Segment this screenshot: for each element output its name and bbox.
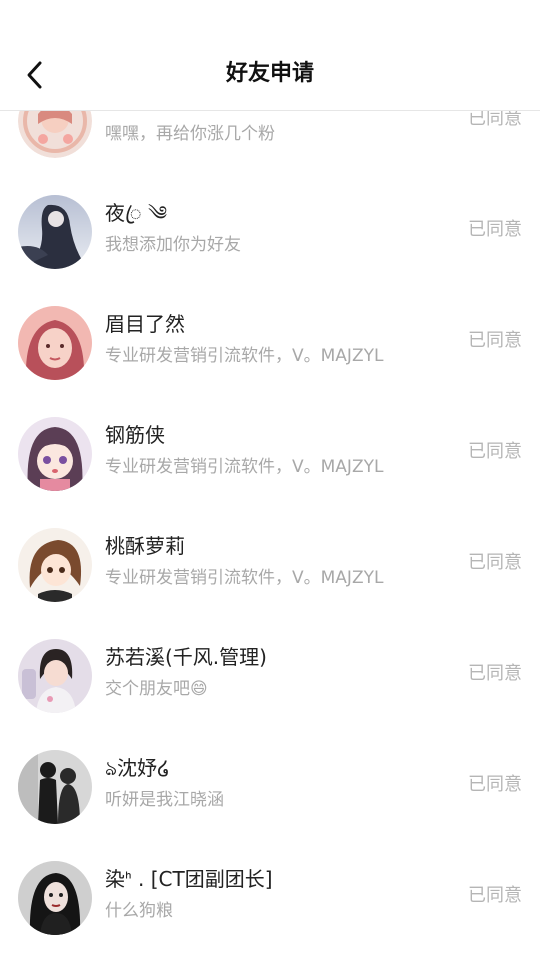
top-navigation-bar: 好友申请 (0, 0, 540, 111)
avatar[interactable] (18, 639, 92, 713)
request-name: ঌ沈妤໒ (105, 756, 170, 780)
status-label: 已同意 (468, 441, 522, 462)
status-label: 已同意 (468, 774, 522, 795)
request-message: 交个朋友吧😄 (105, 679, 208, 699)
request-message: 专业研发营销引流软件，V。MAJZYL (105, 568, 384, 588)
request-name: 染ᑋ . [CT团副团长] (105, 867, 273, 891)
status-label: 已同意 (468, 330, 522, 351)
request-message: 我想添加你为好友 (105, 235, 241, 255)
request-name: 夜ꦿ ༄ (105, 201, 168, 225)
request-name: 桃酥萝莉 (105, 534, 185, 558)
list-item[interactable]: 眉目了然 专业研发营销引流软件，V。MAJZYL 已同意 (0, 288, 540, 399)
request-name: 苏若溪(千风.管理) (105, 645, 267, 669)
list-item[interactable]: 夜ꦿ ༄ 我想添加你为好友 已同意 (0, 177, 540, 288)
status-label: 已同意 (468, 552, 522, 573)
request-message: 专业研发营销引流软件，V。MAJZYL (105, 346, 384, 366)
list-item[interactable]: ঌ沈妤໒ 听妍是我江晓涵 已同意 (0, 732, 540, 843)
avatar[interactable] (18, 417, 92, 491)
list-item[interactable]: 钢筋侠 专业研发营销引流软件，V。MAJZYL 已同意 (0, 399, 540, 510)
request-message: 听妍是我江晓涵 (105, 790, 224, 810)
list-item[interactable]: 染ᑋ . [CT团副团长] 什么狗粮 已同意 (0, 843, 540, 954)
request-name: 眉目了然 (105, 312, 185, 336)
status-label: 已同意 (468, 663, 522, 684)
list-item[interactable]: 苏若溪(千风.管理) 交个朋友吧😄 已同意 (0, 621, 540, 732)
page-title: 好友申请 (225, 61, 314, 86)
avatar[interactable] (18, 750, 92, 824)
request-message: 嘿嘿，再给你涨几个粉 (105, 124, 275, 144)
avatar[interactable] (18, 528, 92, 602)
list-item[interactable]: 桃酥萝莉 专业研发营销引流软件，V。MAJZYL 已同意 (0, 510, 540, 621)
status-label: 已同意 (468, 885, 522, 906)
avatar[interactable] (18, 306, 92, 380)
request-message: 专业研发营销引流软件，V。MAJZYL (105, 457, 384, 477)
status-label: 已同意 (468, 219, 522, 240)
avatar[interactable] (18, 861, 92, 935)
request-name: 钢筋侠 (105, 423, 165, 447)
avatar[interactable] (18, 195, 92, 269)
request-message: 什么狗粮 (105, 901, 173, 921)
